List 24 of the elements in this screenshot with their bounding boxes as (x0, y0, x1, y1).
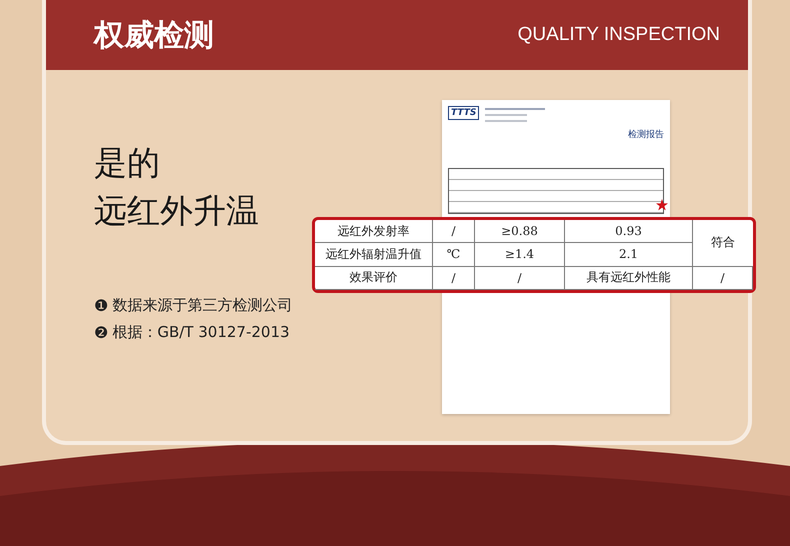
note-text: 数据来源于第三方检测公司 (112, 296, 292, 315)
section-subtitle: QUALITY INSPECTION (518, 24, 720, 46)
number-marker: ❶ (94, 296, 108, 315)
section-title: 权威检测 (94, 16, 214, 54)
note-text: 根据：GB/T 30127-2013 (112, 323, 290, 342)
table-cell: 远红外辐射温升值 (315, 243, 433, 267)
number-marker: ❷ (94, 323, 108, 342)
table-cell: 远红外发射率 (315, 220, 433, 244)
table-cell: 效果评价 (315, 266, 433, 290)
table-cell: / (433, 266, 475, 290)
report-title: 检测报告 (628, 128, 664, 141)
table-cell: / (433, 220, 475, 244)
table-cell: 具有远红外性能 (565, 266, 693, 290)
table-cell: 0.93 (565, 220, 693, 244)
table-cell: 符合 (693, 220, 753, 267)
headline-text: 是的 (94, 142, 161, 184)
table-cell: ≥1.4 (475, 243, 565, 267)
report-logo: TTTS (448, 106, 480, 120)
table-cell: 2.1 (565, 243, 693, 267)
headline-text: 远红外升温 (94, 190, 260, 232)
table-cell: / (693, 266, 753, 290)
table-cell: ≥0.88 (475, 220, 565, 244)
table-cell: ℃ (433, 243, 475, 267)
table-cell: / (475, 266, 565, 290)
